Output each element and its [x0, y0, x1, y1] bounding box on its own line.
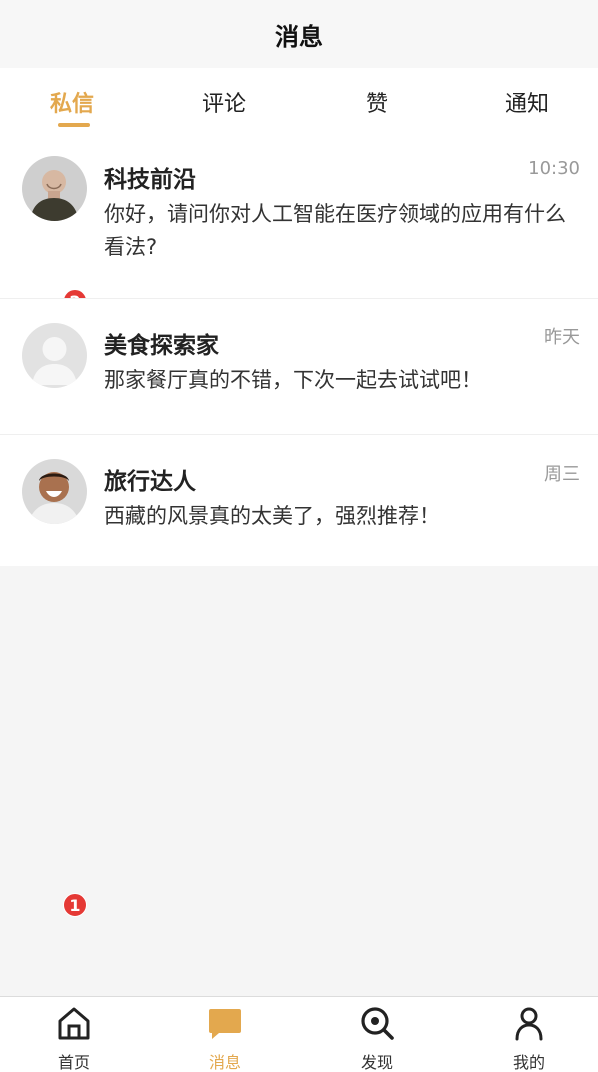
- nav-home-label: 首页: [57, 1053, 90, 1072]
- message-icon: [209, 1009, 241, 1039]
- sender-name: 美食探索家: [104, 333, 219, 359]
- nav-messages-label: 消息: [208, 1053, 241, 1072]
- message-item-travel[interactable]: 1 旅行达人 周三 西藏的风景真的太美了，强烈推荐！: [0, 434, 598, 917]
- profile-icon: [515, 1007, 543, 1041]
- bald-man-avatar-icon: [22, 156, 87, 221]
- sender-name: 旅行达人: [104, 469, 196, 495]
- unread-badge: 1: [63, 893, 87, 917]
- message-preview: 那家餐厅真的不错，下次一起去试试吧！: [104, 368, 482, 392]
- avatar[interactable]: [22, 156, 87, 221]
- message-preview: 你好，请问你对人工智能在医疗领域的应用有什么看法?: [104, 202, 566, 259]
- nav-profile[interactable]: 我的: [479, 997, 579, 1072]
- tab-notifications[interactable]: 通知: [505, 86, 549, 118]
- nav-discover-label: 发现: [360, 1053, 393, 1072]
- message-time: 10:30: [528, 158, 580, 179]
- smiling-man-avatar-icon: [22, 459, 87, 524]
- nav-home[interactable]: 首页: [24, 997, 124, 1072]
- message-list: 2 科技前沿 10:30 你好，请问你对人工智能在医疗领域的应用有什么看法? 美…: [0, 132, 598, 917]
- discover-icon: [361, 1007, 394, 1040]
- active-tab-indicator: [58, 123, 90, 127]
- avatar[interactable]: [22, 459, 87, 524]
- tab-private-messages[interactable]: 私信: [50, 86, 94, 118]
- home-icon: [58, 1007, 90, 1040]
- message-time: 周三: [544, 464, 580, 485]
- message-item-food[interactable]: 美食探索家 昨天 那家餐厅真的不错，下次一起去试试吧！: [0, 298, 598, 434]
- bottom-nav: 首页 消息 发现 我的: [0, 996, 598, 1072]
- page-title: 消息: [275, 22, 323, 51]
- avatar[interactable]: [22, 323, 87, 388]
- message-time: 昨天: [544, 327, 580, 348]
- app: 消息 私信 评论 赞 通知 2 科技前沿 10:30 你好，请问你对人工智能在医…: [0, 0, 598, 1072]
- header: 消息: [0, 0, 598, 68]
- nav-messages[interactable]: 消息: [175, 997, 275, 1072]
- nav-profile-label: 我的: [512, 1053, 545, 1072]
- message-item-tech[interactable]: 2 科技前沿 10:30 你好，请问你对人工智能在医疗领域的应用有什么看法?: [0, 132, 598, 313]
- message-preview: 西藏的风景真的太美了，强烈推荐！: [104, 504, 440, 528]
- tab-comments[interactable]: 评论: [202, 86, 246, 118]
- tab-bar: 私信 评论 赞 通知: [0, 68, 598, 132]
- sender-name: 科技前沿: [104, 167, 196, 193]
- default-user-avatar-icon: [22, 323, 87, 388]
- tab-likes[interactable]: 赞: [366, 86, 388, 118]
- nav-discover[interactable]: 发现: [327, 997, 427, 1072]
